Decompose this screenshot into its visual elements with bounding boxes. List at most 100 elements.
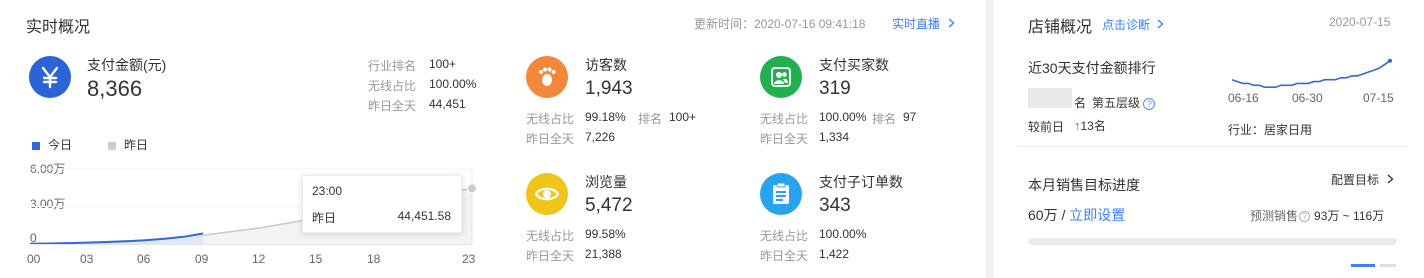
help-icon[interactable]: ? <box>1143 97 1156 110</box>
chevron-right-icon <box>1387 173 1394 187</box>
metric-value: 1,943 <box>585 78 633 99</box>
tooltip-label: 昨日 <box>312 211 337 225</box>
level-text: 第五层级 <box>1092 96 1141 110</box>
yesterday-total-value: 44,451 <box>429 97 466 111</box>
metric-wireless-value: 99.18% <box>585 110 626 124</box>
diagnose-link[interactable]: 点击诊断 <box>1102 16 1164 33</box>
metric-name: 支付子订单数 <box>819 174 903 190</box>
configure-goal-link[interactable]: 配置目标 <box>1331 171 1394 188</box>
realtime-title: 实时概况 <box>26 19 91 36</box>
metric-wireless-label: 无线占比 <box>526 112 575 126</box>
metric-yesterday-value: 1,422 <box>819 247 850 261</box>
users-icon <box>760 56 802 98</box>
industry-rank-label: 行业排名 <box>368 59 417 73</box>
x-tick: 15 <box>309 252 323 266</box>
forecast-row: 预测销售? 93万 ~ 116万 <box>1250 207 1384 224</box>
metric-yesterday-value: 1,334 <box>819 130 850 144</box>
carousel-dot-active[interactable] <box>1351 264 1375 267</box>
metric-yesterday-label: 昨日全天 <box>526 249 575 263</box>
metric-wireless-value: 100.00% <box>819 227 867 241</box>
vs-yesterday-rank: 13名 <box>1080 119 1106 133</box>
metric-wireless-value: 99.58% <box>585 227 626 241</box>
metric-yesterday-label: 昨日全天 <box>526 132 575 146</box>
trend-tick-end: 07-15 <box>1363 91 1394 105</box>
metric-rank-value: 97 <box>903 110 917 124</box>
payment-value: 8,366 <box>87 76 143 101</box>
tooltip-time: 23:00 <box>312 184 343 198</box>
goal-progress-bar <box>1028 238 1397 245</box>
tooltip-value: 44,451.58 <box>397 209 451 223</box>
legend-yesterday-swatch <box>108 141 116 150</box>
industry-rank-value: 100+ <box>429 57 457 71</box>
update-time-label: 更新时间： <box>694 17 755 31</box>
trend-tick-start: 06-16 <box>1228 91 1259 105</box>
rank-suffix: 名 <box>1074 96 1087 110</box>
trend-line <box>1231 60 1391 89</box>
goal-value-row: 60万 / 立即设置 <box>1028 205 1125 225</box>
forecast-value: 93万 ~ 116万 <box>1314 209 1385 223</box>
wireless-share-label: 无线占比 <box>368 79 417 93</box>
chevron-right-icon <box>948 17 955 31</box>
x-tick: 18 <box>367 252 381 266</box>
goal-separator: / <box>1061 207 1066 223</box>
metric-wireless-value: 100.00% <box>819 110 867 124</box>
x-tick: 03 <box>80 252 94 266</box>
divider <box>1017 146 1408 147</box>
trend-end-point <box>1388 58 1392 63</box>
x-tick: 23 <box>462 252 476 266</box>
legend-today-swatch <box>32 141 40 150</box>
vs-yesterday-label: 较前日 <box>1028 120 1065 134</box>
payment-label: 支付金额(元) <box>87 57 167 73</box>
diagnose-link-label: 点击诊断 <box>1102 18 1151 32</box>
store-date: 2020-07-15 <box>1329 15 1391 29</box>
yesterday-total-label: 昨日全天 <box>368 99 417 113</box>
forecast-label: 预测销售 <box>1250 209 1299 223</box>
metric-value: 5,472 <box>585 195 633 216</box>
update-time-value: 2020-07-16 09:41:18 <box>754 17 866 31</box>
chevron-right-icon <box>1157 18 1164 32</box>
footprint-icon <box>526 56 568 98</box>
metric-rank-label: 排名 <box>638 112 663 126</box>
metric-wireless-label: 无线占比 <box>760 229 809 243</box>
goal-value: 60万 <box>1028 207 1058 223</box>
metric-name: 访客数 <box>585 57 627 73</box>
hover-point <box>467 183 477 194</box>
x-tick: 00 <box>27 252 41 266</box>
rank-placeholder <box>1028 88 1072 108</box>
rank-title: 近30天支付金额排行 <box>1028 60 1156 76</box>
yuan-icon <box>29 56 71 98</box>
rank-trend-chart <box>1231 58 1392 89</box>
goal-title: 本月销售目标进度 <box>1028 177 1140 193</box>
help-icon[interactable]: ? <box>1299 211 1311 223</box>
eye-icon <box>526 173 568 215</box>
level-label: 第五层级 ? <box>1092 94 1156 111</box>
set-goal-link[interactable]: 立即设置 <box>1069 207 1125 223</box>
update-time: 更新时间：2020-07-16 09:41:18 <box>694 15 865 32</box>
metric-name: 浏览量 <box>585 174 627 190</box>
metric-yesterday-value: 7,226 <box>585 130 616 144</box>
industry-label: 行业：居家日用 <box>1228 123 1313 137</box>
live-link-label: 实时直播 <box>892 17 941 31</box>
metric-yesterday-value: 21,388 <box>585 247 622 261</box>
trend-tick-mid: 06-30 <box>1292 91 1323 105</box>
metric-name: 支付买家数 <box>819 57 889 73</box>
x-tick: 06 <box>137 252 151 266</box>
x-tick: 12 <box>252 252 266 266</box>
metric-rank-value: 100+ <box>669 110 697 124</box>
metric-yesterday-label: 昨日全天 <box>760 249 809 263</box>
chart-tooltip: 23:00 昨日 44,451.58 <box>302 175 462 233</box>
live-link[interactable]: 实时直播 <box>892 15 955 32</box>
vs-yesterday-value: ↑13名 <box>1074 117 1106 134</box>
configure-goal-label: 配置目标 <box>1331 173 1380 187</box>
x-tick: 09 <box>195 252 209 266</box>
clipboard-icon <box>760 173 802 215</box>
wireless-share-value: 100.00% <box>429 77 477 91</box>
metric-wireless-label: 无线占比 <box>760 112 809 126</box>
carousel-dot[interactable] <box>1380 264 1396 267</box>
metric-wireless-label: 无线占比 <box>526 229 575 243</box>
store-title: 店铺概况 <box>1028 19 1093 36</box>
metric-value: 343 <box>819 195 851 216</box>
metric-rank-label: 排名 <box>872 112 897 126</box>
store-panel <box>994 0 1424 278</box>
metric-yesterday-label: 昨日全天 <box>760 132 809 146</box>
